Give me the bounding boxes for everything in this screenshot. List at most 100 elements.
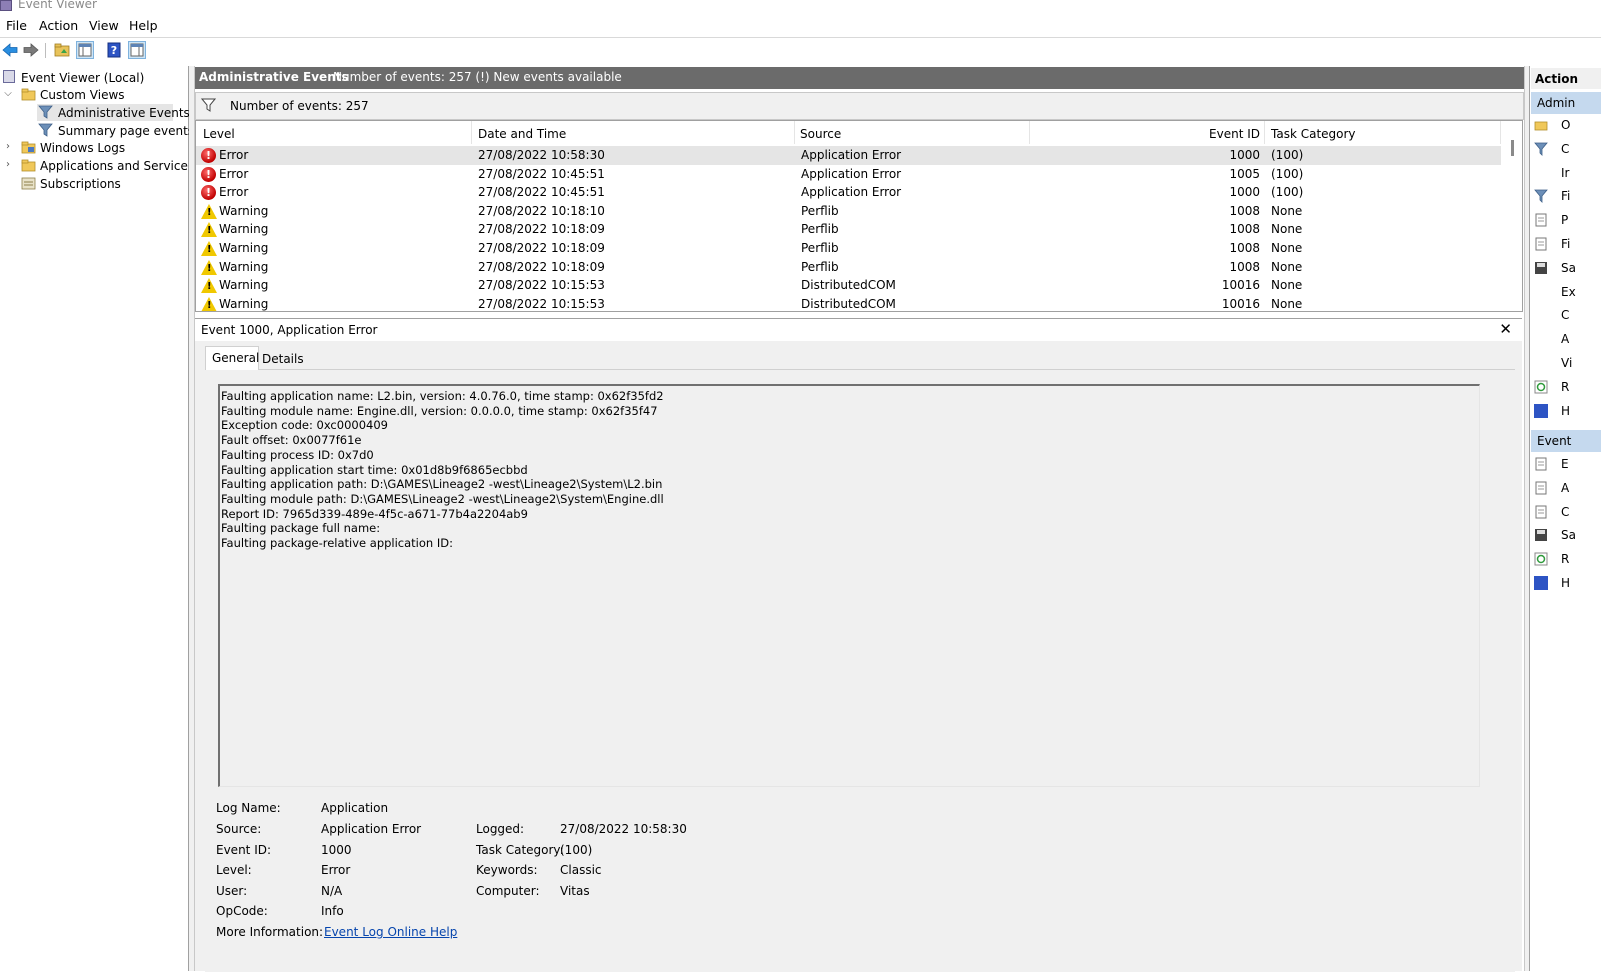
action-item[interactable]: P	[1531, 210, 1601, 232]
action-item[interactable]: Fi	[1531, 186, 1601, 208]
table-row[interactable]: ! Warning 27/08/2022 10:15:53 DistributedCO…	[196, 276, 1501, 295]
forward-arrow-icon[interactable]	[22, 41, 40, 59]
table-row[interactable]: ! Error 27/08/2022 10:45:51 Application Err…	[196, 165, 1501, 184]
action-item[interactable]: H	[1531, 401, 1601, 423]
actions-section-event[interactable]: Event	[1531, 430, 1601, 452]
row-source: Application Error	[801, 148, 902, 162]
message-line: Report ID: 7965d339-489e-4f5c-a671-77b4a…	[221, 506, 528, 521]
table-row[interactable]: ! Error 27/08/2022 10:45:51 Application Err…	[196, 183, 1501, 202]
tree-item-summary-page-events[interactable]: Summary page events	[0, 122, 194, 139]
row-task-category: None	[1271, 259, 1303, 274]
action-item[interactable]: C	[1531, 139, 1601, 161]
show-hide-tree-icon[interactable]	[76, 41, 94, 59]
action-item[interactable]: Fi	[1531, 234, 1601, 256]
row-date-time: 27/08/2022 10:18:09	[478, 222, 605, 237]
table-row[interactable]: ! Warning 27/08/2022 10:18:09 Perflib 1008 No…	[196, 239, 1501, 258]
action-item[interactable]: R	[1531, 377, 1601, 399]
action-label: Ir	[1561, 165, 1570, 180]
menu-view[interactable]: View	[89, 18, 119, 33]
scrollbar-thumb[interactable]	[1511, 140, 1514, 156]
folder-icon	[21, 140, 36, 154]
menu-file[interactable]: File	[6, 18, 27, 33]
action-item[interactable]: C	[1531, 502, 1601, 524]
message-line: Faulting application name: L2.bin, versi…	[221, 389, 664, 403]
action-item[interactable]: A	[1531, 478, 1601, 500]
table-row[interactable]: ! Warning 27/08/2022 10:15:53 DistributedCO…	[196, 295, 1501, 311]
action-item[interactable]: C	[1531, 305, 1601, 327]
action-item[interactable]: A	[1531, 329, 1601, 351]
table-row[interactable]: ! Warning 27/08/2022 10:18:09 Perflib 1008 No…	[196, 220, 1501, 239]
table-row[interactable]: ! Warning 27/08/2022 10:18:10 Perflib 1008 No…	[196, 202, 1501, 221]
column-header-level[interactable]: Level	[196, 121, 472, 144]
subscriptions-icon	[21, 176, 36, 190]
navigation-tree	[0, 66, 189, 971]
tree-item-label: Applications and Services Lo	[40, 159, 188, 173]
menu-help[interactable]: Help	[129, 18, 158, 33]
message-line: Faulting package full name:	[221, 521, 381, 536]
row-task-category: None	[1271, 203, 1303, 218]
help-icon[interactable]: ?	[105, 41, 123, 59]
table-row[interactable]: ! Error 27/08/2022 10:58:30 Application Err…	[196, 146, 1501, 165]
tree-item-custom-views[interactable]: ⌵ Custom Views	[0, 86, 188, 103]
close-icon[interactable]: ✕	[1499, 320, 1512, 338]
action-item[interactable]: R	[1531, 549, 1601, 571]
none-icon	[1534, 356, 1548, 370]
column-header-date-time[interactable]: Date and Time	[472, 121, 795, 144]
row-date-time: 27/08/2022 10:18:09	[478, 241, 605, 255]
filter-icon	[200, 98, 217, 115]
column-header-task-category[interactable]: Task Category	[1265, 121, 1501, 144]
show-hide-action-pane-icon[interactable]	[128, 41, 146, 59]
event-viewer-icon	[3, 70, 15, 83]
tab-details[interactable]: Details	[259, 348, 304, 370]
open-folder-icon[interactable]	[53, 41, 71, 59]
message-line: Fault offset: 0x0077f61e	[221, 433, 362, 448]
row-source: Perflib	[801, 241, 839, 255]
expand-chevron-icon[interactable]: ›	[3, 142, 13, 152]
event-message-box[interactable]: Faulting application name: L2.bin, versi…	[218, 384, 1480, 787]
action-item[interactable]: Sa	[1531, 258, 1601, 280]
event-log-online-help-link[interactable]: Event Log Online Help	[324, 925, 457, 939]
action-item[interactable]: Vi	[1531, 353, 1601, 375]
field-value-log-name: Application	[321, 801, 389, 815]
field-label-user: User:	[216, 884, 248, 898]
action-item[interactable]: E	[1531, 454, 1601, 476]
row-date-time: 27/08/2022 10:15:53	[478, 278, 605, 293]
collapse-chevron-icon[interactable]: ⌵	[3, 89, 13, 99]
row-date-time: 27/08/2022 10:45:51	[478, 185, 605, 200]
column-header-event-id[interactable]: Event ID	[1030, 121, 1265, 144]
field-label-logged: Logged:	[476, 822, 525, 836]
table-row[interactable]: ! Warning 27/08/2022 10:18:09 Perflib 1008 No…	[196, 258, 1501, 277]
action-label: C	[1561, 308, 1570, 323]
none-icon	[1534, 166, 1548, 180]
tree-item-administrative-events[interactable]: Administrative Events	[0, 104, 190, 121]
tree-item-subscriptions[interactable]: Subscriptions	[0, 175, 188, 192]
tree-item-applications-and-services[interactable]: › Applications and Services Lo	[0, 157, 188, 174]
properties-icon	[1534, 213, 1548, 227]
back-arrow-icon[interactable]	[1, 41, 19, 59]
message-line: Exception code: 0xc0000409	[221, 418, 388, 433]
tree-item-label: Custom Views	[40, 88, 125, 102]
warning-icon: !	[201, 296, 217, 311]
action-item[interactable]: Ex	[1531, 282, 1601, 304]
actions-section-admin[interactable]: Admin	[1531, 92, 1601, 114]
row-task-category: None	[1271, 296, 1303, 311]
row-event-id: 1008	[1229, 241, 1260, 255]
tree-item-windows-logs[interactable]: › Windows Logs	[0, 139, 188, 156]
column-header-source[interactable]: Source	[795, 121, 1030, 144]
row-event-id: 1000	[1229, 185, 1260, 200]
row-level: Warning	[219, 241, 269, 255]
action-item[interactable]: O	[1531, 115, 1601, 137]
action-item[interactable]: Ir	[1531, 163, 1601, 185]
tree-item-event-viewer-local[interactable]: Event Viewer (Local)	[0, 69, 188, 86]
find-icon	[1534, 237, 1548, 251]
tab-general[interactable]: General	[205, 346, 259, 370]
field-value-opcode: Info	[321, 904, 344, 918]
action-item[interactable]: Sa	[1531, 525, 1601, 547]
menu-action[interactable]: Action	[39, 18, 78, 33]
row-level: Warning	[219, 296, 269, 311]
action-label: E	[1561, 457, 1569, 471]
expand-chevron-icon[interactable]: ›	[3, 160, 13, 170]
none-icon	[1534, 285, 1548, 299]
row-level: Error	[219, 185, 249, 200]
action-item[interactable]: H	[1531, 573, 1601, 595]
